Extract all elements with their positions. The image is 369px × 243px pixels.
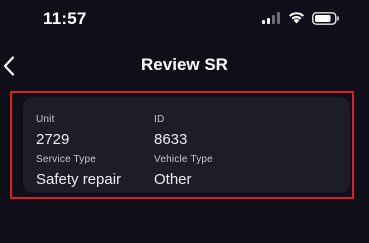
status-icons [262, 12, 342, 26]
id-label: ID [154, 114, 165, 125]
unit-field: Unit 2729 [36, 114, 69, 148]
battery-icon [312, 12, 339, 25]
unit-label: Unit [36, 114, 55, 125]
id-field: ID 8633 [154, 114, 187, 148]
cellular-signal-icon [262, 12, 280, 24]
id-value: 8633 [154, 131, 188, 148]
nav-bar: Review SR [0, 48, 369, 84]
status-time: 11:57 [43, 9, 87, 28]
vehicle-type-label: Vehicle Type [154, 154, 213, 165]
service-type-field: Service Type Safety repair [36, 154, 121, 188]
service-type-label: Service Type [36, 154, 97, 165]
service-request-card: Unit 2729 ID 8633 Service Type Safety re… [23, 97, 350, 193]
page-title: Review SR [141, 55, 228, 74]
status-bar: 11:57 [0, 0, 369, 40]
wifi-icon [289, 12, 304, 24]
vehicle-type-field: Vehicle Type Other [154, 154, 213, 188]
vehicle-type-value: Other [154, 171, 192, 188]
service-type-value: Safety repair [36, 171, 122, 188]
unit-value: 2729 [36, 131, 70, 148]
